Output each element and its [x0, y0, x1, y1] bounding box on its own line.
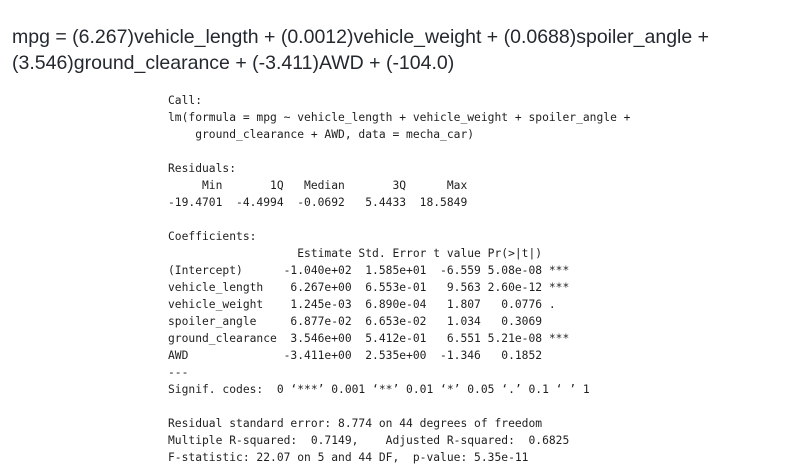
equation-line-1: mpg = (6.267)vehicle_length + (0.0012)ve…	[12, 26, 710, 48]
output-line-call: Call:	[168, 94, 203, 107]
regression-summary-output: Call: lm(formula = mpg ~ vehicle_length +…	[168, 92, 631, 466]
output-line-formula-cont: ground_clearance + AWD, data = mecha_car…	[168, 128, 475, 141]
output-line-blank	[168, 398, 631, 415]
output-line-coefficients-title: Coefficients:	[168, 230, 257, 243]
output-line-formula: lm(formula = mpg ~ vehicle_length + vehi…	[168, 111, 631, 124]
coefficient-row: AWD -3.411e+00 2.535e+00 -1.346 0.1852	[168, 349, 543, 362]
equation-line-2: (3.546)ground_clearance + (-3.411)AWD + …	[12, 52, 455, 74]
output-line-blank	[168, 211, 631, 228]
coefficient-row: ground_clearance 3.546e+00 5.412e-01 6.5…	[168, 332, 570, 345]
output-line-blank	[168, 143, 631, 160]
output-line-f-statistic: F-statistic: 22.07 on 5 and 44 DF, p-val…	[168, 451, 529, 464]
output-line-residuals-values: -19.4701 -4.4994 -0.0692 5.4433 18.5849	[168, 196, 468, 209]
output-line-residuals-title: Residuals:	[168, 162, 237, 175]
output-line-r-squared: Multiple R-squared: 0.7149, Adjusted R-s…	[168, 434, 570, 447]
output-line-residual-se: Residual standard error: 8.774 on 44 deg…	[168, 417, 543, 430]
regression-equation-heading: mpg = (6.267)vehicle_length + (0.0012)ve…	[12, 24, 792, 76]
coefficient-row: vehicle_weight 1.245e-03 6.890e-04 1.807…	[168, 298, 556, 311]
coefficient-row: (Intercept) -1.040e+02 1.585e+01 -6.559 …	[168, 264, 570, 277]
output-line-coefficients-header: Estimate Std. Error t value Pr(>|t|)	[168, 247, 543, 260]
output-line-separator: ---	[168, 366, 189, 379]
output-line-residuals-header: Min 1Q Median 3Q Max	[168, 179, 468, 192]
coefficient-row: spoiler_angle 6.877e-02 6.653e-02 1.034 …	[168, 315, 543, 328]
coefficient-row: vehicle_length 6.267e+00 6.553e-01 9.563…	[168, 281, 570, 294]
output-line-signif-codes: Signif. codes: 0 ‘***’ 0.001 ‘**’ 0.01 ‘…	[168, 383, 590, 396]
